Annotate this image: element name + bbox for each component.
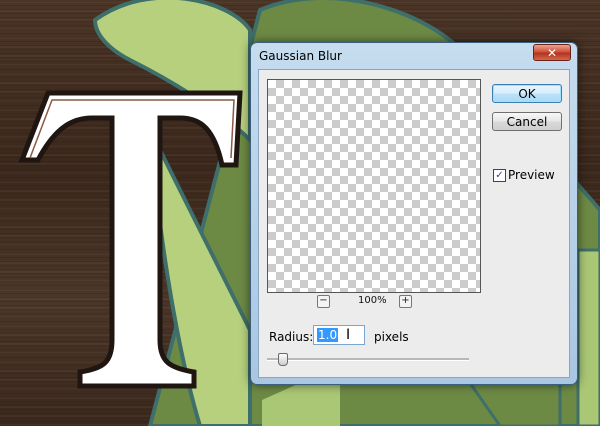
- preview-checkbox[interactable]: ✓: [493, 169, 506, 182]
- radius-value: 1.0: [317, 328, 339, 342]
- zoom-level: 100%: [358, 295, 387, 306]
- check-icon: ✓: [495, 170, 504, 181]
- green-stroke-right: [576, 248, 600, 426]
- preview-area[interactable]: [267, 79, 481, 293]
- close-icon: ✕: [546, 46, 558, 60]
- radius-slider-thumb[interactable]: [278, 353, 288, 366]
- zoom-out-button[interactable]: −: [317, 295, 330, 308]
- minus-icon: −: [319, 295, 328, 306]
- radius-input[interactable]: 1.0 I: [313, 325, 365, 345]
- preview-label: Preview: [508, 168, 555, 182]
- dialog-titlebar[interactable]: Gaussian Blur ✕: [251, 43, 577, 69]
- dialog-title: Gaussian Blur: [259, 49, 342, 63]
- radius-label: Radius:: [269, 330, 314, 344]
- cancel-button[interactable]: Cancel: [492, 112, 562, 131]
- dialog-body: − 100% + OK Cancel ✓ Preview Radius: 1.0…: [258, 69, 570, 378]
- ok-button[interactable]: OK: [492, 84, 562, 103]
- close-button[interactable]: ✕: [533, 44, 571, 61]
- zoom-in-button[interactable]: +: [399, 295, 412, 308]
- text-cursor-icon: I: [346, 327, 351, 343]
- radius-unit-label: pixels: [374, 330, 409, 344]
- plus-icon: +: [401, 295, 410, 306]
- gaussian-blur-dialog: Gaussian Blur ✕ − 100% + OK Cancel ✓ Pre…: [250, 42, 578, 385]
- radius-slider-track[interactable]: [267, 358, 469, 361]
